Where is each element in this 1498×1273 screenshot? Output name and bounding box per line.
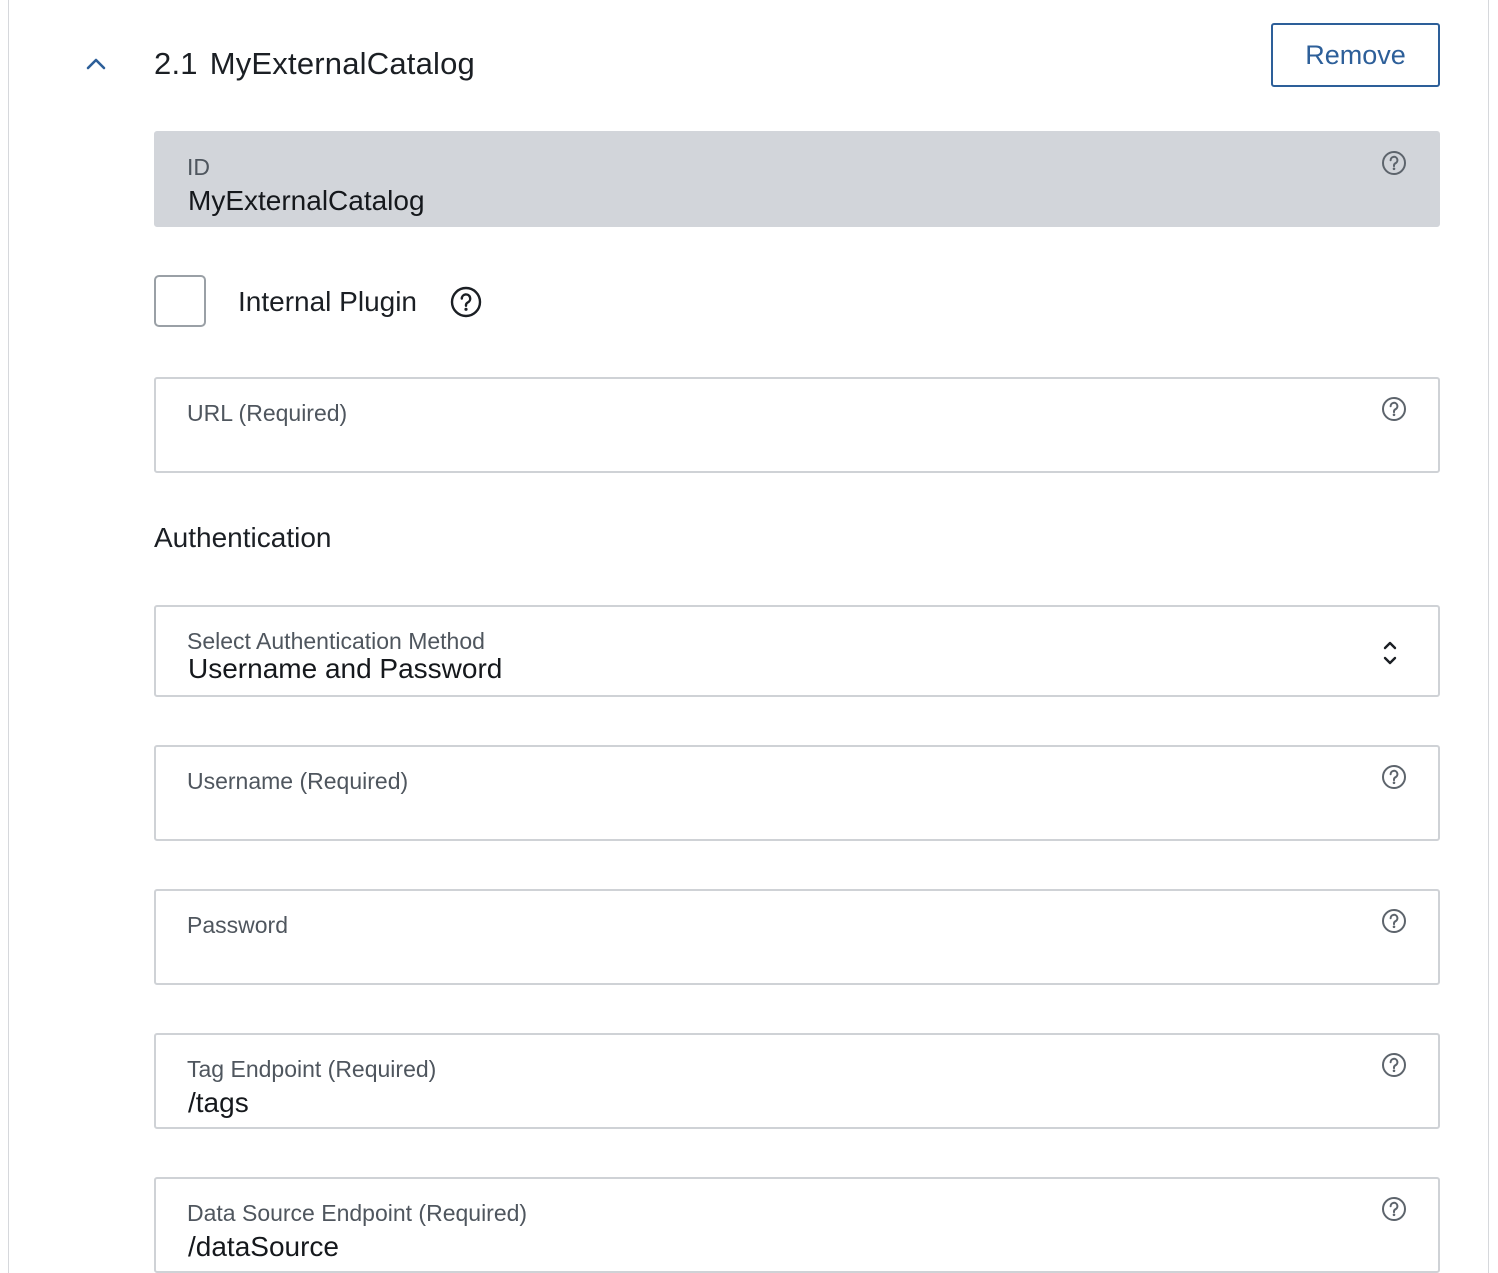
chevron-up-icon [86, 58, 106, 70]
id-field-label: ID [187, 154, 210, 180]
username-field[interactable]: Username (Required) [154, 745, 1440, 841]
password-field-label: Password [187, 912, 288, 938]
auth-method-value: Username and Password [188, 653, 503, 684]
url-field[interactable]: URL (Required) [154, 377, 1440, 473]
select-arrows-icon [1383, 641, 1397, 665]
collapse-section-button[interactable] [84, 52, 108, 76]
url-field-label: URL (Required) [187, 400, 348, 426]
authentication-heading: Authentication [154, 522, 332, 553]
password-field[interactable]: Password [154, 889, 1440, 985]
question-circle-icon[interactable] [1380, 149, 1408, 177]
remove-button[interactable]: Remove [1271, 23, 1440, 87]
tag-endpoint-field[interactable]: Tag Endpoint (Required) /tags [154, 1033, 1440, 1129]
panel-right-border [1488, 0, 1489, 1273]
section-number: 2.1 [154, 46, 198, 81]
data-source-endpoint-value[interactable]: /dataSource [188, 1229, 339, 1265]
id-field: ID MyExternalCatalog [154, 131, 1440, 227]
auth-method-select[interactable]: Select Authentication Method Username an… [154, 605, 1440, 697]
username-field-label: Username (Required) [187, 768, 409, 794]
question-circle-icon[interactable] [1380, 763, 1408, 791]
question-circle-icon[interactable] [1380, 395, 1408, 423]
id-field-value: MyExternalCatalog [188, 185, 425, 216]
data-source-endpoint-field[interactable]: Data Source Endpoint (Required) /dataSou… [154, 1177, 1440, 1273]
tag-endpoint-value[interactable]: /tags [188, 1085, 249, 1121]
question-circle-icon[interactable] [1380, 907, 1408, 935]
tag-endpoint-label: Tag Endpoint (Required) [187, 1056, 437, 1082]
internal-plugin-label: Internal Plugin [238, 286, 418, 317]
section-name: MyExternalCatalog [209, 46, 475, 81]
question-circle-icon[interactable] [1380, 1051, 1408, 1079]
internal-plugin-checkbox[interactable] [154, 275, 206, 327]
question-circle-icon[interactable] [1380, 1195, 1408, 1223]
panel-left-border [8, 0, 9, 1273]
question-circle-icon[interactable] [449, 285, 483, 319]
section-title: 2.1 MyExternalCatalog [154, 44, 475, 84]
data-source-endpoint-label: Data Source Endpoint (Required) [187, 1200, 528, 1226]
